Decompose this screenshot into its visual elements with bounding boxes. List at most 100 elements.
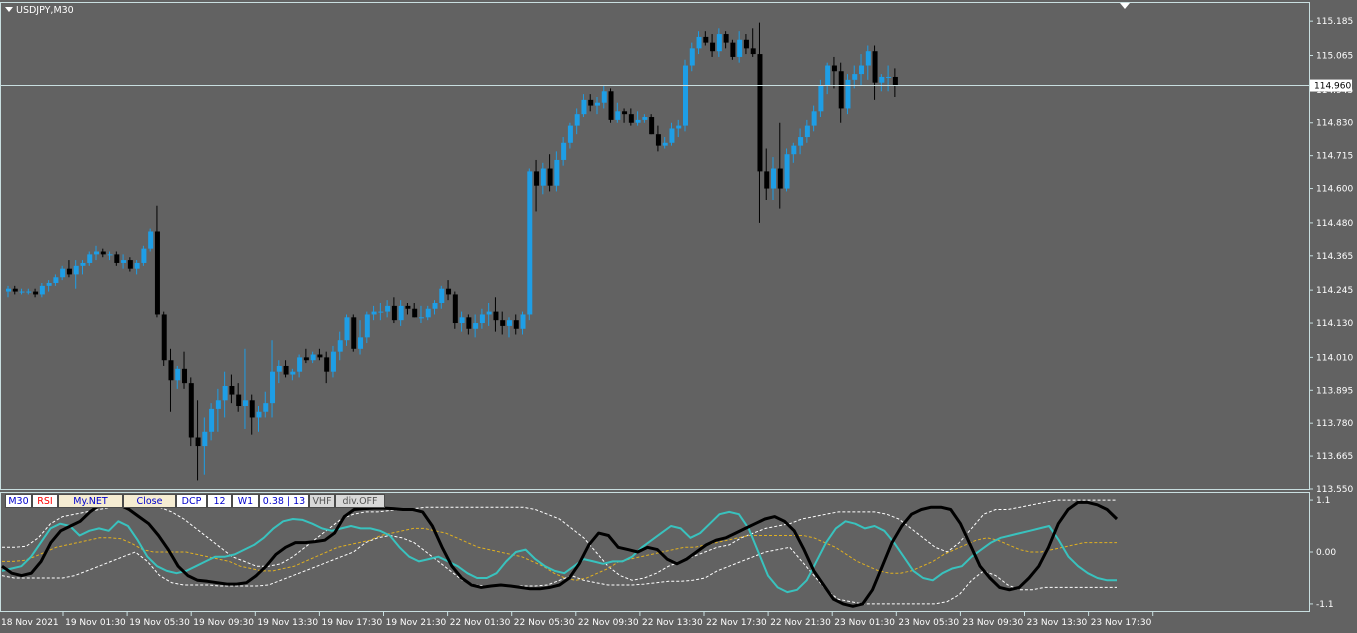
time-label: 22 Nov 17:30 xyxy=(706,618,767,628)
candle-bear xyxy=(730,42,736,57)
candle-bull xyxy=(859,65,865,75)
candle-bear xyxy=(114,254,120,263)
price-tick-label: 114.715 xyxy=(1316,152,1353,162)
indicator-main-line xyxy=(1,498,1119,608)
time-label: 22 Nov 09:30 xyxy=(578,618,639,628)
dropdown-triangle-icon[interactable] xyxy=(5,7,13,12)
chart-shift-marker-icon[interactable] xyxy=(1120,3,1130,9)
candle-bear xyxy=(236,394,242,407)
candle-bull xyxy=(148,231,154,249)
candle-bear xyxy=(168,360,174,381)
candle-bull xyxy=(520,314,526,329)
candle-bear xyxy=(351,317,357,349)
candle-bull xyxy=(561,142,567,160)
candle-bear xyxy=(764,171,770,189)
candle-bull xyxy=(669,128,675,143)
candle-bull xyxy=(865,51,871,66)
candle-bear xyxy=(303,357,309,361)
candle-bear xyxy=(66,268,72,275)
time-label: 19 Nov 21:30 xyxy=(386,618,447,628)
time-label: 18 Nov 2021 xyxy=(1,618,59,628)
candle-bull xyxy=(886,76,892,78)
candle-bull xyxy=(689,48,695,66)
candle-bull xyxy=(852,74,858,80)
candle-bear xyxy=(446,288,452,295)
toolbar-button-dcp[interactable]: DCP xyxy=(176,494,207,508)
indicator-toolbar: M30 RSI My.NET Close DCP 12 W1 0.38 | 13 VHF div.… xyxy=(5,494,385,508)
toolbar-button-12[interactable]: 12 xyxy=(207,494,232,508)
price-tick-label: 114.365 xyxy=(1316,252,1353,262)
time-label: 19 Nov 09:30 xyxy=(193,618,254,628)
candle-bull xyxy=(879,76,885,83)
candle-bull xyxy=(567,125,573,143)
symbol-label[interactable]: USDJPY,M30 xyxy=(5,5,74,16)
indicator-upper-band xyxy=(2,499,1117,581)
candle-bear xyxy=(283,365,289,375)
candle-bull xyxy=(215,400,221,409)
candle-bear xyxy=(33,291,39,295)
candle-bull xyxy=(270,371,276,404)
candle-bull xyxy=(486,311,492,315)
candle-bear xyxy=(513,320,519,329)
toolbar-button-div-off[interactable]: div.OFF xyxy=(335,494,385,508)
candle-bull xyxy=(540,168,546,186)
time-label: 23 Nov 17:30 xyxy=(1091,618,1152,628)
candle-bull xyxy=(581,99,587,115)
candle-bull xyxy=(683,65,688,126)
candle-bull xyxy=(791,145,797,155)
toolbar-button-close[interactable]: Close xyxy=(123,494,176,508)
candle-bull xyxy=(527,171,533,315)
candle-bull xyxy=(798,137,804,146)
candle-bull xyxy=(594,102,600,106)
candle-bull xyxy=(134,262,140,269)
candle-bear xyxy=(710,42,716,52)
candle-bull xyxy=(696,36,702,49)
candle-bear xyxy=(317,354,323,358)
candle-bull xyxy=(398,305,404,321)
candle-bull xyxy=(439,288,445,304)
candle-bull xyxy=(80,262,86,266)
time-label: 23 Nov 01:30 xyxy=(834,618,895,628)
toolbar-button-rsi[interactable]: RSI xyxy=(32,494,58,508)
candle-bull xyxy=(60,268,66,278)
candle-bull xyxy=(473,323,479,329)
candle-bear xyxy=(622,111,628,115)
price-tick-label: 113.550 xyxy=(1316,485,1353,495)
indicator-tick-label: 0.00 xyxy=(1316,548,1336,558)
price-tick-label: 114.830 xyxy=(1316,119,1353,129)
candle-bull xyxy=(141,248,147,263)
candle-bull xyxy=(642,117,648,120)
candle-bull xyxy=(554,159,560,186)
candle-bull xyxy=(635,119,641,123)
candle-bear xyxy=(743,39,749,49)
candle-bear xyxy=(391,305,397,321)
candle-bull xyxy=(256,411,262,418)
candle-bull xyxy=(615,111,621,120)
candle-bear xyxy=(324,357,330,372)
candle-bull xyxy=(290,371,296,375)
candle-bull xyxy=(222,385,228,401)
toolbar-button-m30[interactable]: M30 xyxy=(5,494,32,508)
candle-bear xyxy=(466,317,472,329)
candle-bull xyxy=(425,308,431,318)
candle-bull xyxy=(784,154,790,189)
candle-bull xyxy=(73,265,79,275)
toolbar-button-my-net[interactable]: My.NET xyxy=(58,494,123,508)
candle-bear xyxy=(547,168,553,186)
toolbar-button-0-38-13[interactable]: 0.38 | 13 xyxy=(259,494,309,508)
toolbar-button-w1[interactable]: W1 xyxy=(232,494,259,508)
candle-bull xyxy=(601,91,607,103)
candle-bear xyxy=(608,91,614,120)
candle-bull xyxy=(94,251,100,255)
candle-bull xyxy=(344,317,350,341)
indicator-tick-label: 1.1 xyxy=(1316,496,1330,506)
candle-bull xyxy=(825,65,831,86)
candle-bull xyxy=(337,340,343,352)
candle-bull xyxy=(804,125,810,138)
candle-bull xyxy=(364,314,370,338)
candle-bull xyxy=(737,39,743,57)
symbol-text: USDJPY,M30 xyxy=(16,5,74,16)
candle-bear xyxy=(500,320,506,326)
candle-bull xyxy=(202,431,208,447)
toolbar-button-vhf[interactable]: VHF xyxy=(309,494,335,508)
